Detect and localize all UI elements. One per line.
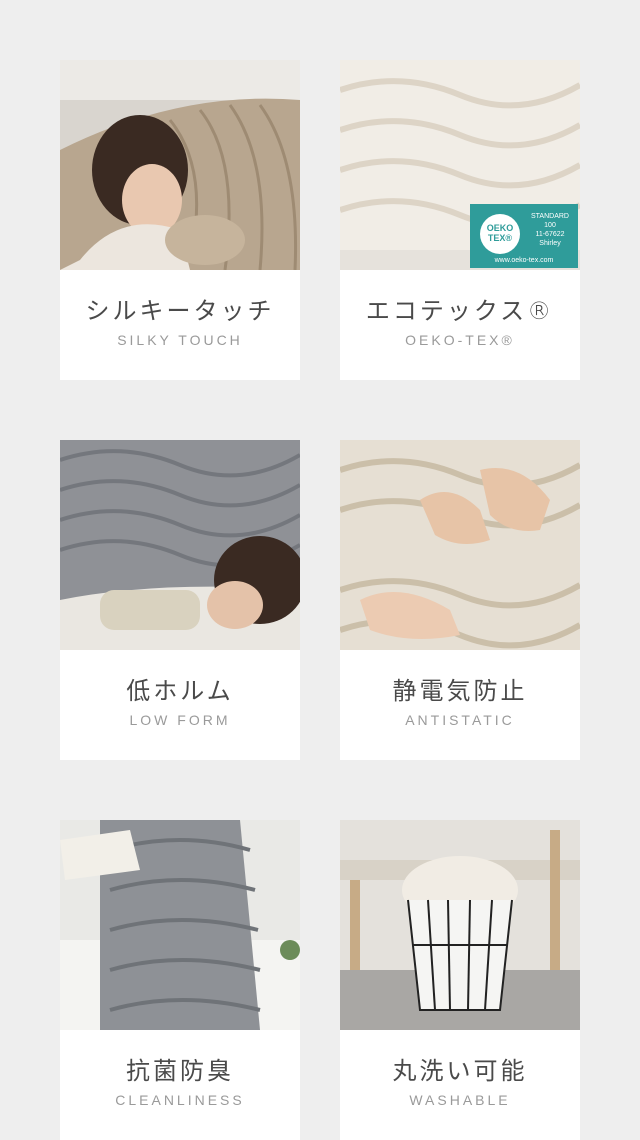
feature-card-silky-touch: シルキータッチ SILKY TOUCH bbox=[60, 60, 300, 380]
oeko-standard: STANDARD bbox=[531, 213, 569, 220]
oeko-code: 11-67622 bbox=[535, 231, 565, 238]
feature-photo bbox=[340, 820, 580, 1030]
feature-subtitle: LOW FORM bbox=[129, 712, 231, 728]
feature-title: エコテックス® bbox=[365, 297, 555, 325]
feature-subtitle: CLEANLINESS bbox=[115, 1092, 245, 1108]
feature-card-oeko-tex: OEKO TEX® STANDARD 100 11-67622 Shirley … bbox=[340, 60, 580, 380]
feature-photo bbox=[60, 440, 300, 650]
feature-card-cleanliness: 抗菌防臭 CLEANLINESS bbox=[60, 820, 300, 1140]
feature-card-antistatic: 静電気防止 ANTISTATIC bbox=[340, 440, 580, 760]
oeko-number: 100 bbox=[544, 222, 556, 229]
oeko-url: www.oeko-tex.com bbox=[494, 257, 554, 264]
feature-subtitle: SILKY TOUCH bbox=[117, 332, 243, 348]
feature-title: 丸洗い可能 bbox=[392, 1057, 528, 1085]
feature-photo bbox=[340, 440, 580, 650]
feature-subtitle: ANTISTATIC bbox=[405, 712, 515, 728]
feature-title: 抗菌防臭 bbox=[126, 1057, 234, 1085]
feature-title: 低ホルム bbox=[126, 677, 234, 705]
feature-photo: OEKO TEX® STANDARD 100 11-67622 Shirley … bbox=[340, 60, 580, 270]
feature-card-low-form: 低ホルム LOW FORM bbox=[60, 440, 300, 760]
feature-title: シルキータッチ bbox=[85, 297, 275, 325]
feature-card-washable: 丸洗い可能 WASHABLE bbox=[340, 820, 580, 1140]
feature-subtitle: OEKO-TEX® bbox=[405, 332, 515, 348]
feature-photo bbox=[60, 60, 300, 270]
oeko-lab: Shirley bbox=[539, 240, 561, 247]
feature-subtitle: WASHABLE bbox=[409, 1092, 511, 1108]
oeko-tex-badge: OEKO TEX® STANDARD 100 11-67622 Shirley … bbox=[470, 204, 578, 268]
feature-photo bbox=[60, 820, 300, 1030]
feature-title: 静電気防止 bbox=[392, 677, 528, 705]
oeko-tex-logo: OEKO TEX® bbox=[480, 214, 520, 254]
